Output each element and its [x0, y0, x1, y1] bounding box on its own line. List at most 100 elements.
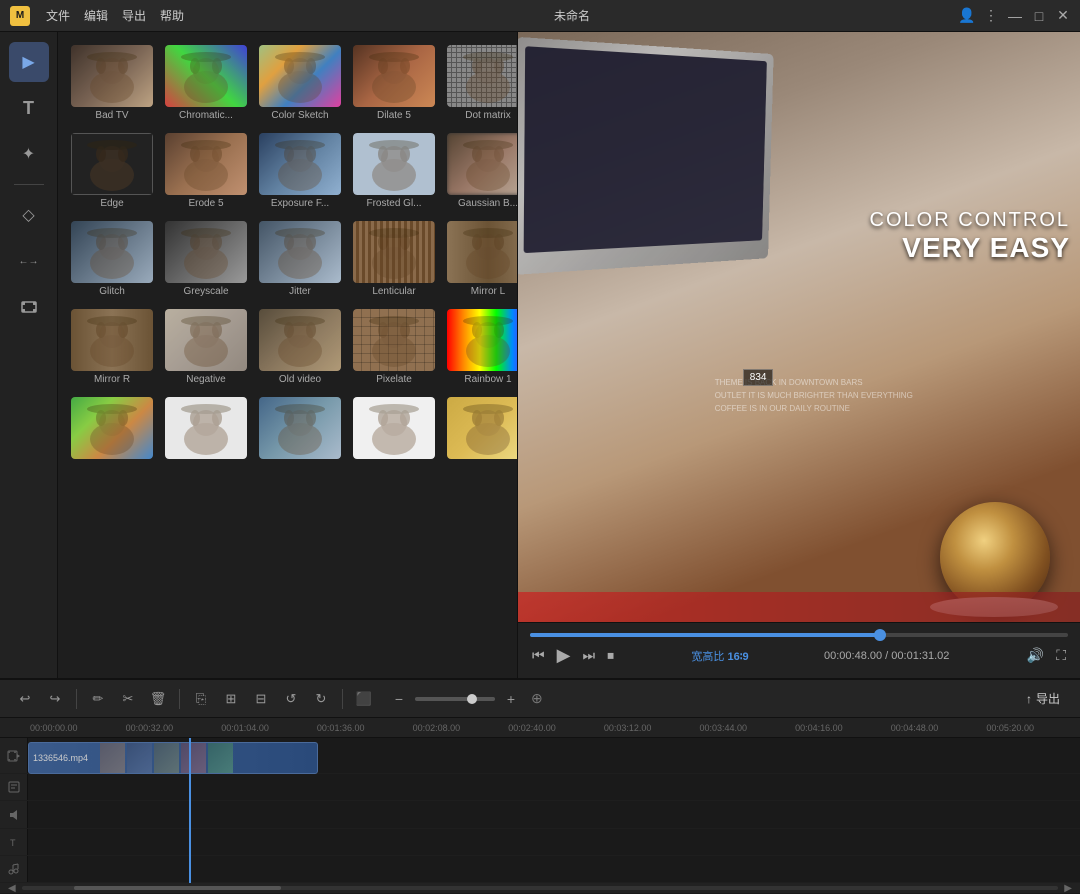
merge-btn[interactable]: ⊟ — [248, 686, 274, 712]
effect-item-chromatic[interactable]: Chromatic... — [162, 42, 250, 124]
effect-item-color-sketch[interactable]: Color Sketch — [256, 42, 344, 124]
effect-thumb-mirror-r — [71, 309, 153, 371]
crop-btn[interactable]: ⬛ — [351, 686, 377, 712]
zoom-slider[interactable] — [415, 697, 495, 701]
effect-item-glitch[interactable]: Glitch — [68, 218, 156, 300]
scroll-right-btn[interactable]: ▶ — [1064, 883, 1072, 894]
export-button[interactable]: ↑ 导出 — [1018, 686, 1068, 711]
preview-overlay: COLOR CONTROL VERY EASY — [870, 209, 1070, 264]
track-header-sub — [0, 774, 28, 800]
fullscreen-btn[interactable]: ⛶ — [1054, 645, 1068, 666]
ruler-mark-1: 00:00:32.00 — [124, 723, 220, 733]
effect-item-erode[interactable]: Erode 5 — [162, 130, 250, 212]
add-track-btn[interactable]: ⊕ — [531, 690, 543, 707]
step-back-btn[interactable]: ⏮ — [530, 645, 547, 666]
effect-item-row4-5[interactable] — [444, 394, 518, 465]
step-forward-btn[interactable]: ⏭ — [580, 645, 597, 666]
effect-item-pixelate[interactable]: Pixelate — [350, 306, 438, 388]
ruler-mark-7: 00:03:44.00 — [697, 723, 793, 733]
scroll-track[interactable] — [22, 886, 1059, 890]
app-logo: M — [10, 6, 30, 26]
effect-item-dot-matrix[interactable]: Dot matrix — [444, 42, 518, 124]
redo-btn[interactable]: ↪ — [42, 686, 68, 712]
effect-label-jitter: Jitter — [289, 286, 311, 297]
effect-item-negative[interactable]: Negative — [162, 306, 250, 388]
export-label: 导出 — [1036, 690, 1060, 707]
sidebar-text-icon[interactable]: T — [9, 88, 49, 128]
stop-btn[interactable]: ⏹ — [605, 645, 616, 666]
effect-item-gaussian[interactable]: Gaussian B... — [444, 130, 518, 212]
close-btn[interactable]: ✕ — [1056, 9, 1070, 23]
effects-panel: Bad TV Chromatic... Color Sketch Dilate … — [58, 32, 518, 678]
zoom-in-btn[interactable]: + — [501, 691, 521, 707]
effect-item-jitter[interactable]: Jitter — [256, 218, 344, 300]
menu-help[interactable]: 帮助 — [160, 7, 184, 24]
main-area: ▶ T ✦ ◇ ←→ Bad TV — [0, 32, 1080, 678]
undo-btn[interactable]: ↩ — [12, 686, 38, 712]
window-controls: 👤 ⋮ — □ ✕ — [960, 9, 1070, 23]
sidebar-paint-icon[interactable]: ✦ — [9, 134, 49, 174]
subtitle-track-content[interactable] — [28, 774, 1080, 800]
progress-thumb[interactable] — [874, 629, 886, 641]
play-btn[interactable]: ▶ — [555, 643, 573, 668]
ruler-mark-3: 00:01:36.00 — [315, 723, 411, 733]
effect-item-row4-4[interactable] — [350, 394, 438, 465]
menu-export[interactable]: 导出 — [122, 7, 146, 24]
maximize-btn[interactable]: □ — [1032, 9, 1046, 23]
ruler-mark-2: 00:01:04.00 — [219, 723, 315, 733]
menu-edit[interactable]: 编辑 — [84, 7, 108, 24]
minimize-btn[interactable]: — — [1008, 9, 1022, 23]
audio-track-content[interactable] — [28, 801, 1080, 827]
clip-label: 1336546.mp4 — [33, 753, 88, 763]
ruler-mark-5: 00:02:40.00 — [506, 723, 602, 733]
sidebar-media-icon[interactable]: ▶ — [9, 42, 49, 82]
effect-label-frosted: Frosted Gl... — [366, 198, 421, 209]
effect-thumb-row4-5 — [447, 397, 518, 459]
effect-item-edge[interactable]: Edge — [68, 130, 156, 212]
effect-item-mirror-r[interactable]: Mirror R — [68, 306, 156, 388]
copy-btn[interactable]: ⎘ — [188, 686, 214, 712]
effect-label-color-sketch: Color Sketch — [271, 110, 328, 121]
effect-item-mirror-l[interactable]: Mirror L — [444, 218, 518, 300]
cut-btn[interactable]: ✂ — [115, 686, 141, 712]
tool-sep-1 — [76, 689, 77, 709]
user-icon[interactable]: 👤 — [960, 9, 974, 23]
edit-btn[interactable]: ✏ — [85, 686, 111, 712]
more-icon[interactable]: ⋮ — [984, 9, 998, 23]
effect-item-frosted[interactable]: Frosted Gl... — [350, 130, 438, 212]
effect-item-row4-2[interactable] — [162, 394, 250, 465]
split-btn[interactable]: ⊞ — [218, 686, 244, 712]
preview-badge: 834 — [743, 369, 774, 386]
sidebar-film-icon[interactable] — [9, 287, 49, 327]
effect-item-greyscale[interactable]: Greyscale — [162, 218, 250, 300]
effect-item-row4-3[interactable] — [256, 394, 344, 465]
effect-item-bad-tv[interactable]: Bad TV — [68, 42, 156, 124]
effect-thumb-exposure — [259, 133, 341, 195]
rotate-left-btn[interactable]: ↺ — [278, 686, 304, 712]
scroll-thumb[interactable] — [74, 886, 281, 890]
music-track-content[interactable] — [28, 856, 1080, 882]
progress-bar[interactable] — [530, 633, 1068, 637]
video-clip[interactable]: 1336546.mp4 — [28, 742, 318, 774]
effect-item-exposure[interactable]: Exposure F... — [256, 130, 344, 212]
titlebar-left: M 文件 编辑 导出 帮助 — [10, 6, 184, 26]
sticker-track-content[interactable] — [28, 829, 1080, 855]
scroll-left-btn[interactable]: ◀ — [8, 883, 16, 894]
effect-item-row4-1[interactable] — [68, 394, 156, 465]
effect-item-old-video[interactable]: Old video — [256, 306, 344, 388]
sidebar-shape-icon[interactable]: ◇ — [9, 195, 49, 235]
menu-file[interactable]: 文件 — [46, 7, 70, 24]
effect-thumb-chromatic — [165, 45, 247, 107]
effect-item-lenticular[interactable]: Lenticular — [350, 218, 438, 300]
sidebar-transition-icon[interactable]: ←→ — [9, 241, 49, 281]
effect-item-rainbow[interactable]: Rainbow 1 — [444, 306, 518, 388]
volume-icon[interactable]: 🔊 — [1025, 645, 1046, 666]
effect-label-erode: Erode 5 — [188, 198, 223, 209]
delete-btn[interactable]: 🗑 — [145, 686, 171, 712]
rotate-right-btn[interactable]: ↻ — [308, 686, 334, 712]
video-track-content[interactable]: 1336546.mp4 — [28, 738, 1080, 773]
timeline-scrollbar[interactable]: ◀ ▶ — [0, 883, 1080, 893]
zoom-out-btn[interactable]: − — [389, 691, 409, 707]
preview-subtitle: VERY EASY — [870, 232, 1070, 264]
effect-item-dilate[interactable]: Dilate 5 — [350, 42, 438, 124]
